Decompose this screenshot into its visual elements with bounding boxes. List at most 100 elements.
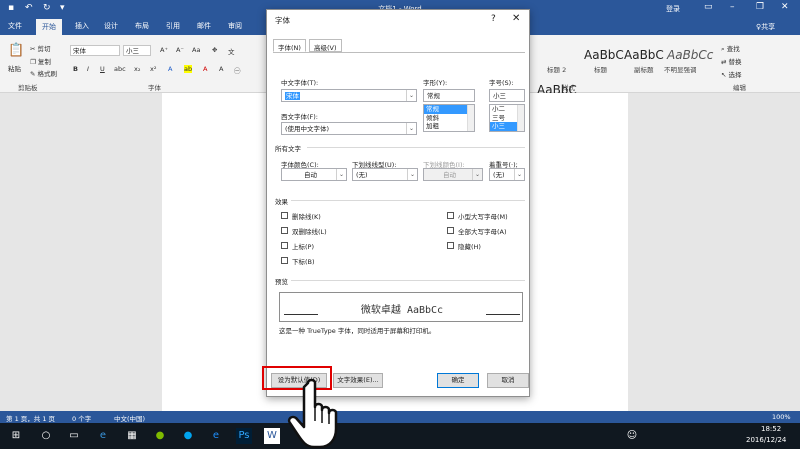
font-size-combo[interactable]: 小三 <box>123 45 151 56</box>
help-button[interactable]: ? <box>491 14 496 24</box>
task-view-icon[interactable]: ▭ <box>66 428 82 444</box>
change-case-icon[interactable]: Aa <box>192 46 200 54</box>
small-caps-checkbox[interactable] <box>447 212 454 219</box>
chevron-down-icon: ⌄ <box>406 123 416 134</box>
select-button[interactable]: ↖ 选择 <box>721 69 742 79</box>
double-strikethrough-checkbox[interactable] <box>281 227 288 234</box>
tab-font[interactable]: 字体(N) <box>273 39 306 52</box>
style-sample[interactable]: AaBbCc <box>667 48 713 62</box>
section-divider <box>307 147 525 148</box>
minimize-icon[interactable]: – <box>730 2 735 12</box>
emphasis-select[interactable]: (无) ⌄ <box>489 168 525 181</box>
tab-references[interactable]: 引用 <box>166 21 180 31</box>
photoshop-icon[interactable]: Ps <box>236 428 252 444</box>
shrink-font-icon[interactable]: A⁻ <box>176 46 184 54</box>
dialog-close-button[interactable]: ✕ <box>512 13 520 24</box>
editing-group-label: 编辑 <box>733 84 746 92</box>
chinese-font-label: 中文字体(T): <box>281 79 319 87</box>
share-button[interactable]: ♀共享 <box>756 22 775 32</box>
western-font-select[interactable]: (使用中文字体) ⌄ <box>281 122 417 135</box>
superscript-checkbox[interactable] <box>281 242 288 249</box>
select-label: 选择 <box>728 71 742 79</box>
tab-layout[interactable]: 布局 <box>135 21 149 31</box>
bold-button[interactable]: B <box>73 65 78 73</box>
subscript-checkbox[interactable] <box>281 257 288 264</box>
login-link[interactable]: 登录 <box>666 4 680 14</box>
copy-button[interactable]: ❐ 复制 <box>30 56 51 66</box>
font-color-select[interactable]: 自动 ⌄ <box>281 168 347 181</box>
cancel-button[interactable]: 取消 <box>487 373 529 388</box>
style-sample[interactable]: AaBbC <box>584 48 624 62</box>
clock-date[interactable]: 2016/12/24 <box>746 436 786 444</box>
cut-label: 剪切 <box>37 45 51 53</box>
effects-section: 效果 <box>275 198 288 206</box>
tab-file[interactable]: 文件 <box>8 21 22 31</box>
app-icon[interactable]: ● <box>180 428 196 444</box>
tab-design[interactable]: 设计 <box>104 21 118 31</box>
ribbon-options-icon[interactable]: ▭ <box>704 2 713 12</box>
replace-label: 替换 <box>728 58 742 66</box>
superscript-icon[interactable]: x² <box>150 65 156 73</box>
enclose-icon[interactable]: ㊀ <box>234 65 241 75</box>
store-icon[interactable]: ▦ <box>124 428 140 444</box>
strikethrough-icon[interactable]: abc <box>114 65 126 73</box>
replace-button[interactable]: ⇄ 替换 <box>721 56 742 66</box>
tab-home[interactable]: 开始 <box>36 19 62 35</box>
preview-section: 预览 <box>275 278 288 286</box>
text-effects-icon[interactable]: A <box>168 65 172 73</box>
underline-button[interactable]: U <box>100 65 105 73</box>
people-icon[interactable]: ☺ <box>624 428 640 444</box>
paste-icon[interactable]: 📋 <box>8 43 24 58</box>
format-painter-button[interactable]: ✎ 格式刷 <box>30 68 57 78</box>
page-count[interactable]: 第 1 页，共 1 页 <box>6 413 55 423</box>
underline-color-select[interactable]: 自动 ⌄ <box>423 168 483 181</box>
scrollbar[interactable] <box>517 105 524 131</box>
edge-icon[interactable]: e <box>95 428 111 444</box>
ok-button[interactable]: 确定 <box>437 373 479 388</box>
hidden-checkbox[interactable] <box>447 242 454 249</box>
font-name-combo[interactable]: 宋体 <box>70 45 120 56</box>
language-status[interactable]: 中文(中国) <box>114 413 145 423</box>
char-shading-icon[interactable]: A <box>219 65 223 73</box>
style-list[interactable]: 常规 倾斜 加粗 <box>423 104 475 132</box>
close-icon[interactable]: ✕ <box>781 2 789 12</box>
font-color-icon[interactable]: A <box>203 65 207 73</box>
scrollbar[interactable] <box>467 105 474 131</box>
highlight-icon[interactable]: ab <box>184 65 193 73</box>
chinese-font-value: 宋体 <box>285 92 300 100</box>
app-icon[interactable]: ● <box>152 428 168 444</box>
search-icon[interactable]: ○ <box>38 428 54 444</box>
strikethrough-checkbox[interactable] <box>281 212 288 219</box>
style-sample[interactable]: AaBbC <box>624 48 664 62</box>
style-label: 不明显强调 <box>664 66 697 74</box>
size-list[interactable]: 小二 三号 小三 <box>489 104 525 132</box>
ie-icon[interactable]: e <box>208 428 224 444</box>
italic-button[interactable]: I <box>87 65 89 73</box>
cut-button[interactable]: ✂ 剪切 <box>30 43 51 53</box>
find-label: 查找 <box>726 45 740 53</box>
word-icon[interactable]: W <box>264 428 280 444</box>
zoom-level[interactable]: 100% <box>772 413 791 421</box>
subscript-icon[interactable]: x₂ <box>134 65 140 73</box>
phonetic-icon[interactable]: 文 <box>228 46 235 56</box>
restore-icon[interactable]: ❐ <box>756 2 764 12</box>
start-icon[interactable]: ⊞ <box>8 428 24 444</box>
style-input[interactable]: 常规 <box>423 89 475 102</box>
all-text-section: 所有文字 <box>275 145 301 153</box>
tab-insert[interactable]: 插入 <box>75 21 89 31</box>
clock-time[interactable]: 18:52 <box>761 425 781 433</box>
size-input[interactable]: 小三 <box>489 89 525 102</box>
font-color-value: 自动 <box>304 171 317 179</box>
all-caps-checkbox[interactable] <box>447 227 454 234</box>
paste-button[interactable]: 粘贴 <box>8 63 21 73</box>
superscript-label: 上标(P) <box>292 243 314 251</box>
tab-review[interactable]: 审阅 <box>228 21 242 31</box>
grow-font-icon[interactable]: A⁺ <box>160 46 168 54</box>
chinese-font-select[interactable]: 宋体 ⌄ <box>281 89 417 102</box>
word-count[interactable]: 0 个字 <box>72 413 91 423</box>
tab-mailings[interactable]: 邮件 <box>197 21 211 31</box>
find-button[interactable]: ⌕ 查找 <box>721 43 740 54</box>
tab-advanced[interactable]: 高级(V) <box>309 39 342 52</box>
clear-format-icon[interactable]: ✥ <box>212 46 217 54</box>
underline-type-select[interactable]: (无) ⌄ <box>352 168 418 181</box>
